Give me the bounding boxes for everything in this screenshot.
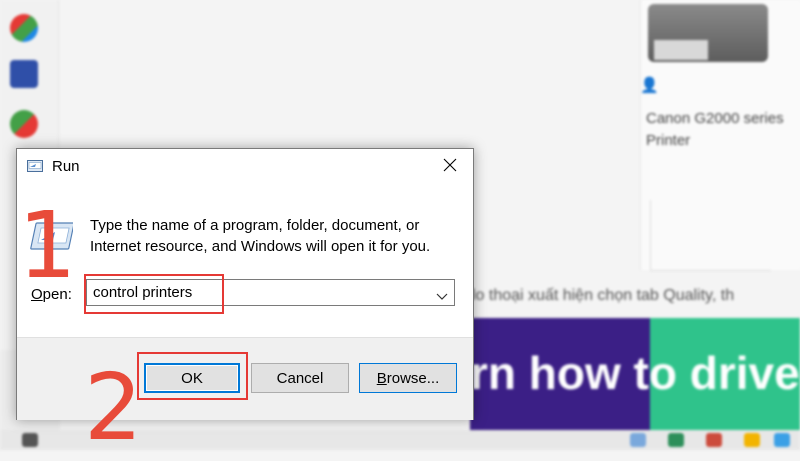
browse-label: rowse... [386, 369, 440, 387]
cancel-button[interactable]: Cancel [251, 363, 349, 393]
close-icon [443, 158, 457, 172]
step-number-2: 2 [84, 354, 143, 461]
browse-button[interactable]: Browse... [359, 363, 457, 393]
taskbar-icon [630, 433, 646, 447]
app-icon [10, 14, 38, 42]
promo-banner: rn how to drive m [470, 318, 800, 430]
document-outline [650, 200, 771, 271]
dialog-description: Type the name of a program, folder, docu… [90, 217, 431, 255]
app-icon [10, 110, 38, 138]
dialog-title: Run [52, 158, 80, 175]
highlight-command-input [84, 274, 224, 314]
taskbar-icon [706, 433, 722, 447]
printer-tray [654, 40, 708, 60]
banner-text: rn how to drive m [470, 347, 800, 399]
taskbar-icon [744, 433, 760, 447]
close-button[interactable] [427, 149, 473, 181]
printer-label: Canon G2000 series Printer [646, 110, 784, 149]
taskbar-icon [668, 433, 684, 447]
taskbar-icon [22, 433, 38, 447]
run-icon [27, 160, 43, 174]
chevron-down-icon[interactable] [436, 288, 448, 300]
highlight-ok-button [137, 352, 248, 400]
app-icon [10, 60, 38, 88]
step-number-1: 1 [18, 192, 77, 299]
browse-access-key: B [376, 369, 387, 387]
taskbar-icon [774, 433, 790, 447]
title-bar[interactable]: Run [17, 149, 473, 185]
background-article-text: lo thoại xuất hiện chọn tab Quality, th [472, 287, 735, 304]
user-icon: 👤 [640, 77, 659, 94]
